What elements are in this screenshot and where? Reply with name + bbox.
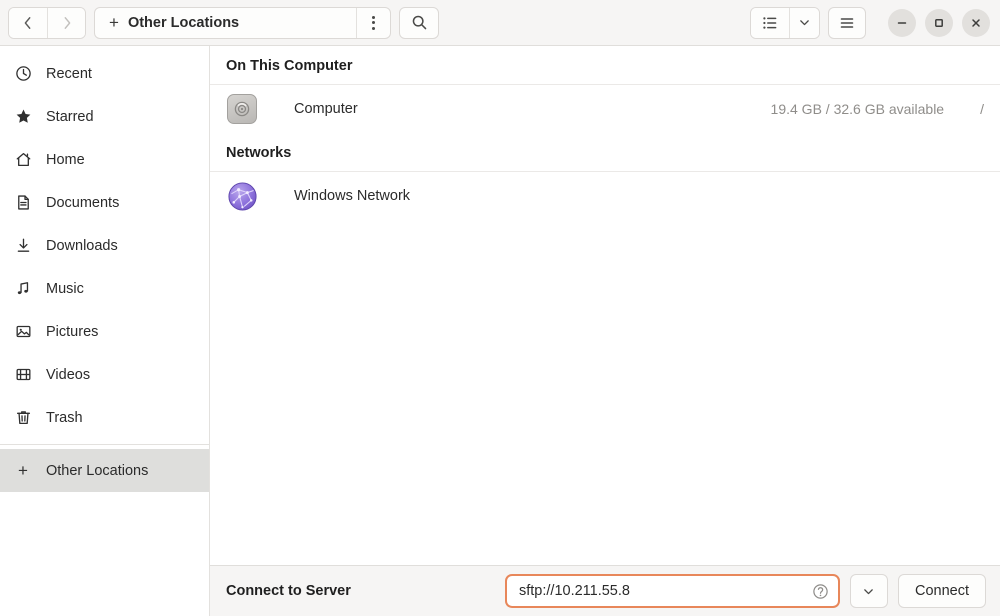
document-icon: [14, 194, 32, 212]
sidebar-item-label: Documents: [46, 195, 119, 211]
sidebar-item-other-locations[interactable]: + Other Locations: [0, 449, 209, 492]
path-bar-label: Other Locations: [128, 15, 239, 31]
back-button[interactable]: [9, 8, 47, 38]
mount-path: /: [980, 101, 984, 117]
main-content: On This Computer Computer: [210, 46, 1000, 616]
sidebar-item-label: Starred: [46, 109, 94, 125]
close-icon: [970, 17, 982, 29]
server-address-value[interactable]: sftp://10.211.55.8: [519, 583, 812, 599]
sidebar-item-home[interactable]: Home: [0, 138, 209, 181]
star-icon: [14, 108, 32, 126]
music-icon: [14, 280, 32, 298]
view-mode-group: [750, 7, 820, 39]
home-icon: [14, 151, 32, 169]
sidebar-item-label: Music: [46, 281, 84, 297]
sidebar-item-label: Home: [46, 152, 85, 168]
chevron-down-icon: [862, 585, 875, 598]
plus-icon: +: [109, 14, 119, 31]
plus-icon: +: [14, 462, 32, 480]
recent-servers-dropdown-button[interactable]: [850, 574, 888, 608]
search-icon: [411, 14, 428, 31]
help-icon[interactable]: [812, 582, 830, 600]
row-label: Windows Network: [294, 188, 410, 204]
storage-info: 19.4 GB / 32.6 GB available: [771, 101, 945, 117]
nautilus-window: + Other Locations: [0, 0, 1000, 616]
clock-icon: [14, 65, 32, 83]
sidebar-item-videos[interactable]: Videos: [0, 353, 209, 396]
locations-list: On This Computer Computer: [210, 46, 1000, 565]
sidebar: Recent Starred Home: [0, 46, 210, 616]
navigation-buttons: [8, 7, 86, 39]
table-row[interactable]: Windows Network: [210, 172, 1000, 220]
sidebar-item-label: Trash: [46, 410, 83, 426]
window-body: Recent Starred Home: [0, 46, 1000, 616]
sidebar-item-starred[interactable]: Starred: [0, 95, 209, 138]
trash-icon: [14, 409, 32, 427]
header-bar: + Other Locations: [0, 0, 1000, 46]
sidebar-item-pictures[interactable]: Pictures: [0, 310, 209, 353]
sidebar-item-label: Videos: [46, 367, 90, 383]
server-address-field[interactable]: sftp://10.211.55.8: [505, 574, 840, 608]
connect-to-server-bar: Connect to Server sftp://10.211.55.8: [210, 565, 1000, 616]
maximize-button[interactable]: [925, 9, 953, 37]
section-header-on-this-computer: On This Computer: [210, 46, 1000, 85]
sidebar-item-documents[interactable]: Documents: [0, 181, 209, 224]
sidebar-item-music[interactable]: Music: [0, 267, 209, 310]
sidebar-item-label: Pictures: [46, 324, 98, 340]
list-view-icon: [762, 15, 778, 31]
connect-button[interactable]: Connect: [898, 574, 986, 608]
chevron-down-icon: [798, 16, 811, 29]
sidebar-item-label: Downloads: [46, 238, 118, 254]
drive-icon: [226, 93, 258, 125]
forward-button[interactable]: [47, 8, 85, 38]
download-icon: [14, 237, 32, 255]
path-bar-current-location[interactable]: + Other Locations: [95, 8, 253, 38]
network-globe-icon: [226, 180, 258, 212]
row-label: Computer: [294, 101, 358, 117]
chevron-right-icon: [60, 16, 74, 30]
path-bar-menu-button[interactable]: [356, 8, 390, 38]
table-row[interactable]: Computer 19.4 GB / 32.6 GB available /: [210, 85, 1000, 133]
path-bar[interactable]: + Other Locations: [94, 7, 391, 39]
sidebar-empty-space: [0, 492, 209, 616]
close-button[interactable]: [962, 9, 990, 37]
chevron-left-icon: [21, 16, 35, 30]
video-icon: [14, 366, 32, 384]
vertical-dots-icon: [372, 16, 375, 30]
minimize-button[interactable]: [888, 9, 916, 37]
list-view-button[interactable]: [751, 8, 789, 38]
connect-to-server-label: Connect to Server: [226, 583, 351, 599]
sidebar-item-label: Recent: [46, 66, 92, 82]
minimize-icon: [896, 17, 908, 29]
window-controls: [888, 9, 990, 37]
sidebar-divider: [0, 444, 209, 445]
sidebar-item-downloads[interactable]: Downloads: [0, 224, 209, 267]
search-button[interactable]: [399, 7, 439, 39]
view-options-button[interactable]: [789, 8, 819, 38]
main-menu-button[interactable]: [828, 7, 866, 39]
sidebar-item-recent[interactable]: Recent: [0, 52, 209, 95]
maximize-icon: [933, 17, 945, 29]
section-header-networks: Networks: [210, 133, 1000, 172]
hamburger-menu-icon: [839, 15, 855, 31]
picture-icon: [14, 323, 32, 341]
sidebar-item-label: Other Locations: [46, 463, 148, 479]
sidebar-item-trash[interactable]: Trash: [0, 396, 209, 439]
